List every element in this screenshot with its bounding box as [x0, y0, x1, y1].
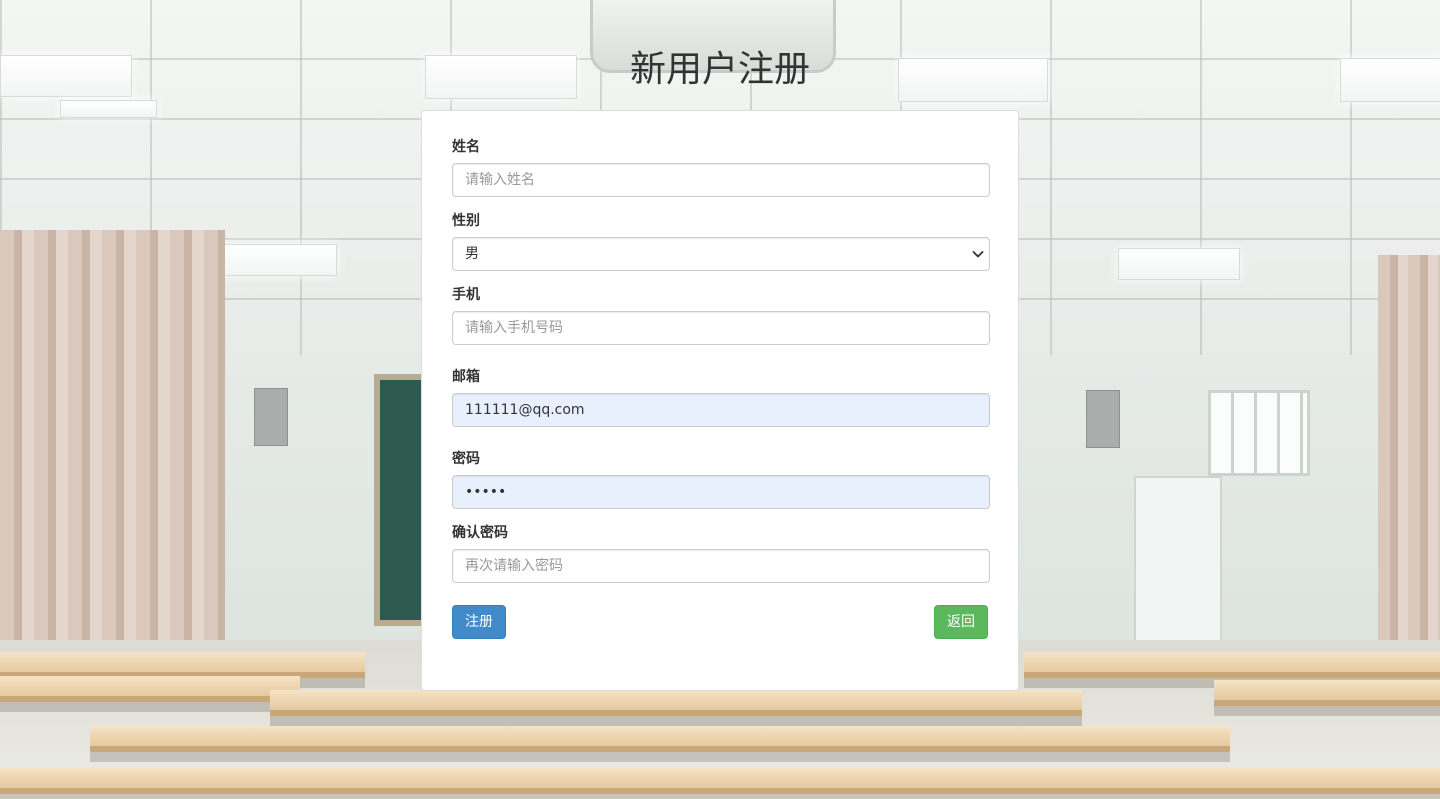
desk — [0, 652, 365, 678]
confirm-password-label: 确认密码 — [452, 525, 508, 541]
desk — [0, 676, 300, 702]
password-label: 密码 — [452, 451, 480, 467]
ceiling-light — [60, 100, 157, 118]
desk — [1024, 652, 1440, 678]
wall-speaker — [1086, 390, 1120, 448]
desk — [0, 768, 1440, 794]
ceiling-light — [215, 244, 337, 276]
gender-select[interactable]: 男 — [452, 237, 990, 271]
curtain-left — [0, 230, 225, 660]
confirm-password-input[interactable] — [452, 549, 990, 583]
confirm-password-group: 确认密码 — [452, 523, 990, 583]
password-input[interactable] — [452, 475, 990, 509]
gender-group: 性别 男 — [452, 211, 990, 271]
wall-speaker — [254, 388, 288, 446]
phone-group: 手机 — [452, 285, 990, 345]
desk — [90, 726, 1230, 752]
password-group: 密码 — [452, 449, 990, 509]
name-input[interactable] — [452, 163, 990, 197]
email-input[interactable] — [452, 393, 990, 427]
gender-select-wrapper: 男 — [452, 237, 990, 271]
form-actions: 注册 返回 — [452, 605, 988, 639]
gender-label: 性别 — [452, 213, 480, 229]
register-button[interactable]: 注册 — [452, 605, 506, 639]
email-label: 邮箱 — [452, 369, 480, 385]
ceiling-light — [1118, 248, 1240, 280]
registration-form: 姓名 性别 男 手机 邮箱 密码 确认密码 注册 返回 — [421, 110, 1019, 691]
classroom-window — [1208, 390, 1310, 476]
desk — [270, 690, 1082, 716]
page-title: 新用户注册 — [629, 49, 810, 90]
name-group: 姓名 — [452, 137, 990, 197]
name-label: 姓名 — [452, 139, 480, 155]
phone-input[interactable] — [452, 311, 990, 345]
desk — [1214, 680, 1440, 706]
curtain-right — [1378, 255, 1440, 655]
email-group: 邮箱 — [452, 367, 990, 427]
back-button[interactable]: 返回 — [934, 605, 988, 639]
phone-label: 手机 — [452, 287, 480, 303]
classroom-door — [1134, 476, 1222, 650]
